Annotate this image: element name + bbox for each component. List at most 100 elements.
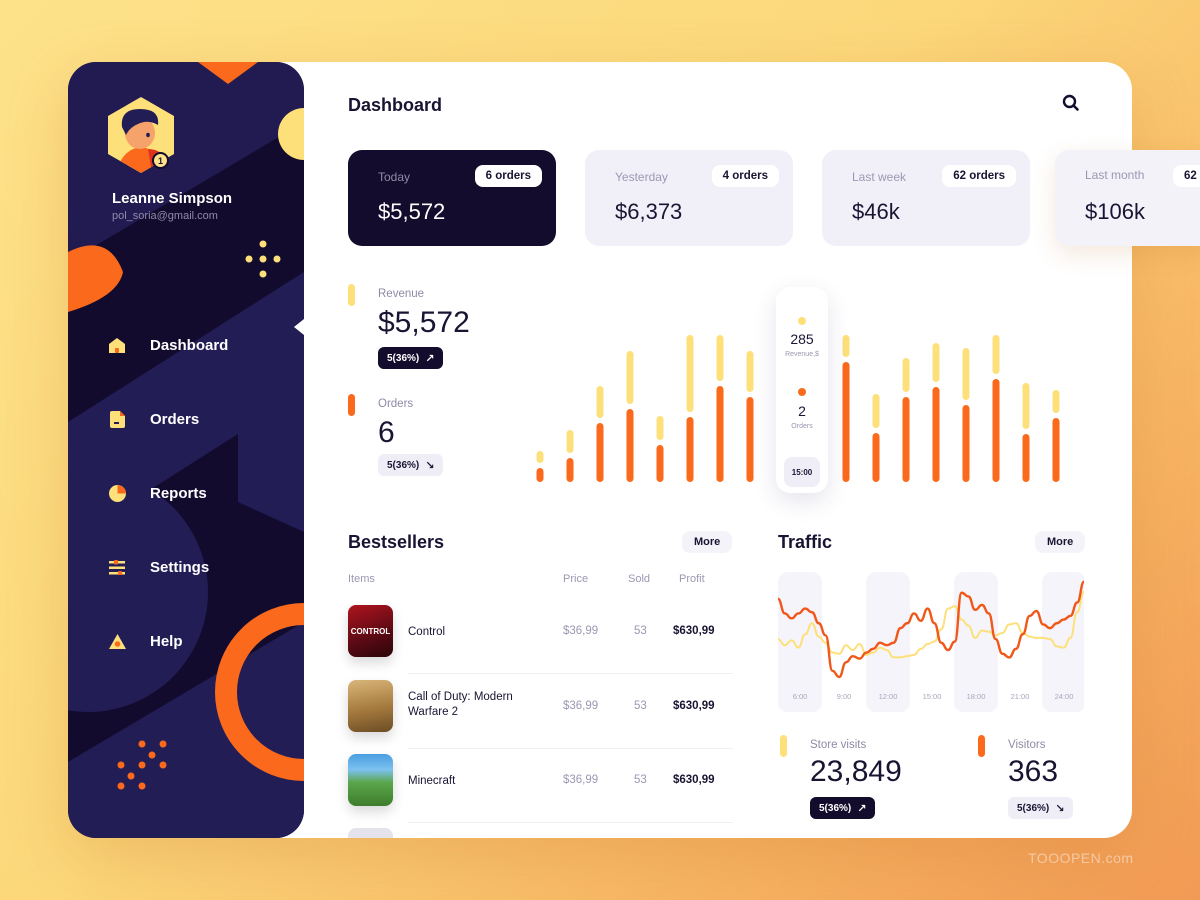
column-header-profit[interactable]: Profit bbox=[679, 573, 705, 585]
column-header-price[interactable]: Price bbox=[563, 573, 588, 585]
bar-orders-21:00[interactable] bbox=[962, 405, 970, 482]
bar-orders-20:00[interactable] bbox=[932, 387, 940, 482]
x-tick-label: 15:00 bbox=[923, 692, 942, 701]
bar-revenue-13:00[interactable] bbox=[746, 351, 754, 392]
item-sold: 53 bbox=[634, 625, 647, 637]
bestsellers-more-button[interactable]: More bbox=[682, 531, 733, 553]
sidebar-item-orders[interactable]: Orders bbox=[108, 382, 298, 456]
stat-card-label: Last week bbox=[852, 170, 907, 184]
traffic-column-band bbox=[778, 572, 822, 712]
item-price: $36,99 bbox=[563, 700, 599, 712]
row-divider bbox=[408, 673, 733, 674]
bar-orders-18:00[interactable] bbox=[872, 433, 880, 482]
table-row[interactable]: CONTROL Control $36,99 53 $630,99 bbox=[348, 605, 733, 680]
user-name: Leanne Simpson bbox=[112, 190, 233, 207]
visitors-line bbox=[776, 580, 1086, 679]
bar-orders-8:00[interactable] bbox=[596, 423, 604, 482]
item-sold: 53 bbox=[634, 700, 647, 712]
bar-orders-19:00[interactable] bbox=[902, 397, 910, 482]
document-icon bbox=[108, 410, 126, 428]
visitors-label: Visitors bbox=[1008, 739, 1046, 751]
traffic-line-chart: 6:00 9:00 12:00 15:00 18:00 21:00 24:00 bbox=[776, 572, 1086, 712]
bar-orders-24:00[interactable] bbox=[1052, 418, 1060, 482]
visitors-change-badge: 5(36%) ↘ bbox=[1008, 797, 1074, 819]
bar-orders-12:00[interactable] bbox=[716, 386, 724, 482]
visitors-value: 363 bbox=[1008, 755, 1059, 788]
bar-orders-10:00[interactable] bbox=[656, 445, 664, 482]
store-visits-change: 5(36%) bbox=[819, 802, 852, 814]
bar-revenue-17:00[interactable] bbox=[842, 335, 850, 357]
sidebar-item-label: Settings bbox=[150, 558, 210, 576]
sidebar-item-label: Dashboard bbox=[150, 336, 229, 354]
store-visits-value: 23,849 bbox=[810, 755, 902, 788]
x-tick-label: 9:00 bbox=[837, 692, 852, 701]
visitors-legend-marker bbox=[978, 735, 985, 757]
sidebar-item-reports[interactable]: Reports bbox=[108, 456, 298, 530]
bar-revenue-9:00[interactable] bbox=[626, 351, 634, 404]
game-cover-call-of-duty bbox=[348, 680, 393, 732]
traffic-more-button[interactable]: More bbox=[1035, 531, 1086, 553]
warning-triangle-icon bbox=[108, 632, 126, 650]
arrow-up-right-icon: ↗ bbox=[425, 352, 435, 365]
bar-orders-13:00[interactable] bbox=[746, 397, 754, 482]
main-content: Dashboard Today 6 orders $5,572 Yesterda… bbox=[304, 62, 1132, 838]
bar-revenue-20:00[interactable] bbox=[932, 343, 940, 382]
revenue-legend-marker bbox=[348, 284, 355, 306]
column-header-items[interactable]: Items bbox=[348, 573, 375, 585]
bar-revenue-21:00[interactable] bbox=[962, 348, 970, 400]
bar-orders-11:00[interactable] bbox=[686, 417, 694, 482]
column-header-sold[interactable]: Sold bbox=[628, 573, 650, 585]
stat-card-today[interactable]: Today 6 orders $5,572 bbox=[348, 150, 556, 246]
stat-card-value: $6,373 bbox=[615, 199, 683, 224]
search-button[interactable] bbox=[1062, 94, 1084, 116]
store-visits-legend-marker bbox=[780, 735, 787, 757]
stat-card-last-week[interactable]: Last week 62 orders $46k bbox=[822, 150, 1030, 246]
bar-revenue-23:00[interactable] bbox=[1022, 383, 1030, 429]
sidebar-item-label: Help bbox=[150, 632, 183, 650]
sidebar-item-settings[interactable]: Settings bbox=[108, 530, 298, 604]
chart-tooltip[interactable]: 285 Revenue,$ 2 Orders 15:00 bbox=[776, 287, 828, 493]
bar-revenue-10:00[interactable] bbox=[656, 416, 664, 440]
bar-revenue-18:00[interactable] bbox=[872, 394, 880, 428]
bar-revenue-7:00[interactable] bbox=[566, 430, 574, 453]
bar-revenue-6:00[interactable] bbox=[536, 451, 544, 463]
bar-revenue-12:00[interactable] bbox=[716, 335, 724, 381]
bar-orders-22:00[interactable] bbox=[992, 379, 1000, 482]
bar-revenue-8:00[interactable] bbox=[596, 386, 604, 418]
bar-orders-17:00[interactable] bbox=[842, 362, 850, 482]
dots-decoration-orange bbox=[117, 740, 167, 790]
x-tick-label: 18:00 bbox=[967, 692, 986, 701]
arrow-down-right-icon: ↘ bbox=[425, 459, 435, 472]
sidebar-item-dashboard[interactable]: Dashboard bbox=[108, 308, 298, 382]
item-profit: $630,99 bbox=[673, 774, 715, 786]
stat-card-value: $106k bbox=[1085, 199, 1145, 224]
orders-legend-marker bbox=[348, 394, 355, 416]
bar-orders-6:00[interactable] bbox=[536, 468, 544, 482]
sidebar: 1 Leanne Simpson pol_soria@gmail.com Das… bbox=[68, 62, 304, 838]
bar-revenue-22:00[interactable] bbox=[992, 335, 1000, 374]
sliders-icon bbox=[108, 558, 126, 576]
table-row[interactable]: Call of Duty: Modern Warfare 2 $36,99 53… bbox=[348, 680, 733, 755]
home-icon bbox=[108, 336, 126, 354]
bar-revenue-24:00[interactable] bbox=[1052, 390, 1060, 413]
bar-orders-9:00[interactable] bbox=[626, 409, 634, 482]
item-profit: $630,99 bbox=[673, 625, 715, 637]
bar-orders-7:00[interactable] bbox=[566, 458, 574, 482]
bar-revenue-19:00[interactable] bbox=[902, 358, 910, 392]
bar-orders-23:00[interactable] bbox=[1022, 434, 1030, 482]
tooltip-revenue-value: 285 bbox=[790, 331, 814, 347]
pie-chart-icon bbox=[108, 484, 126, 502]
sidebar-item-help[interactable]: Help bbox=[108, 604, 298, 678]
stat-card-yesterday[interactable]: Yesterday 4 orders $6,373 bbox=[585, 150, 793, 246]
item-price: $36,99 bbox=[563, 625, 599, 637]
orders-label: Orders bbox=[378, 398, 414, 410]
notification-badge[interactable]: 1 bbox=[152, 152, 169, 169]
bar-revenue-11:00[interactable] bbox=[686, 335, 694, 412]
sidebar-nav: Dashboard Orders Reports Settings Help bbox=[108, 308, 298, 678]
stat-card-last-month[interactable]: Last month 62 $106k bbox=[1055, 150, 1200, 246]
x-tick-label: 21:00 bbox=[1011, 692, 1030, 701]
table-row[interactable]: Minecraft $36,99 53 $630,99 bbox=[348, 754, 733, 829]
page-title: Dashboard bbox=[348, 95, 443, 115]
tooltip-orders-label: Orders bbox=[791, 423, 813, 430]
bestsellers-title: Bestsellers bbox=[348, 532, 445, 552]
